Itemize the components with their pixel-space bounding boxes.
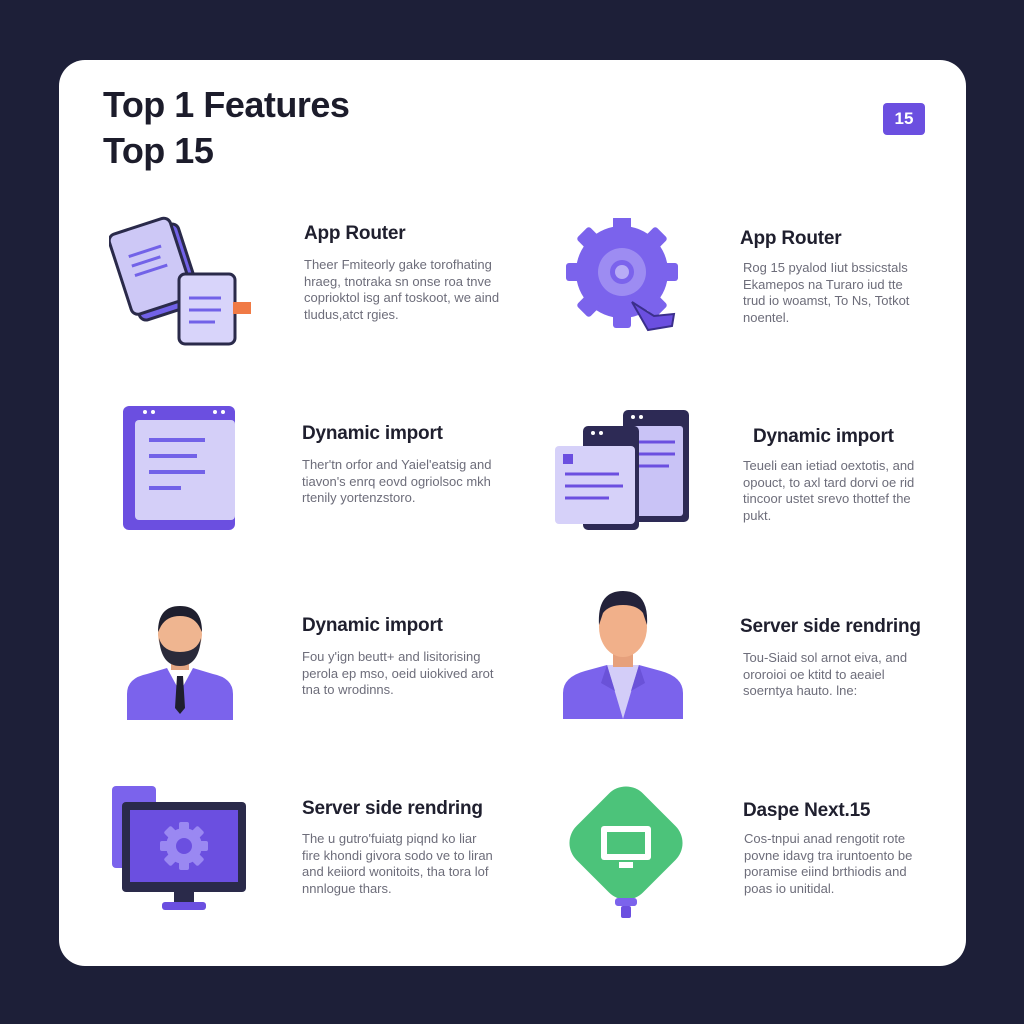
feature-title-1: App Router xyxy=(304,223,406,244)
title-line-1: Top 1 Features xyxy=(103,84,350,125)
stacked-windows-icon xyxy=(553,408,693,532)
feature-title-3: Dynamic import xyxy=(302,423,443,444)
monitor-gear-icon xyxy=(110,784,250,914)
feature-title-8: Daspe Next.15 xyxy=(743,800,871,821)
feature-title-7: Server side rendring xyxy=(302,798,483,819)
feature-title-2: App Router xyxy=(740,228,842,249)
feature-desc-5: Fou y'ign beutt+ and lisitorising perola… xyxy=(302,649,494,697)
bearded-man-avatar-icon xyxy=(123,596,237,722)
feature-desc-1: Theer Fmiteorly gake torofhating hraeg, … xyxy=(304,257,500,322)
browser-window-icon xyxy=(121,404,237,534)
feature-desc-3: Ther'tn orfor and Yaiel'eatsig and tiavo… xyxy=(302,457,492,505)
feature-desc-7: The u gutro'fuiatg piqnd ko liar fire kh… xyxy=(302,831,493,896)
feature-desc-6: Tou-Siaid sol arnot eiva, and ororoioi o… xyxy=(743,650,908,698)
count-badge: 15 xyxy=(883,103,925,135)
features-card: Top 1 Features Top 15 15 App Router Thee… xyxy=(59,60,966,966)
feature-desc-4: Teueli ean ietiad oextotis, and opouct, … xyxy=(743,458,915,523)
feature-title-6: Server side rendring xyxy=(740,616,921,637)
page-title: Top 1 Features Top 15 xyxy=(103,82,350,174)
gear-pointer-icon xyxy=(562,218,692,348)
feature-title-5: Dynamic import xyxy=(302,615,443,636)
feature-desc-2: Rog 15 pyalod Iiut bssicstals Ekamepos n… xyxy=(743,260,910,325)
title-line-2: Top 15 xyxy=(103,130,214,171)
feature-title-4: Dynamic import xyxy=(753,426,894,447)
man-avatar-icon xyxy=(561,583,685,721)
documents-icon xyxy=(109,212,259,352)
green-monitor-pin-icon xyxy=(559,780,693,924)
feature-desc-8: Cos-tnpui anad rengotit rote povne idavg… xyxy=(744,831,913,896)
